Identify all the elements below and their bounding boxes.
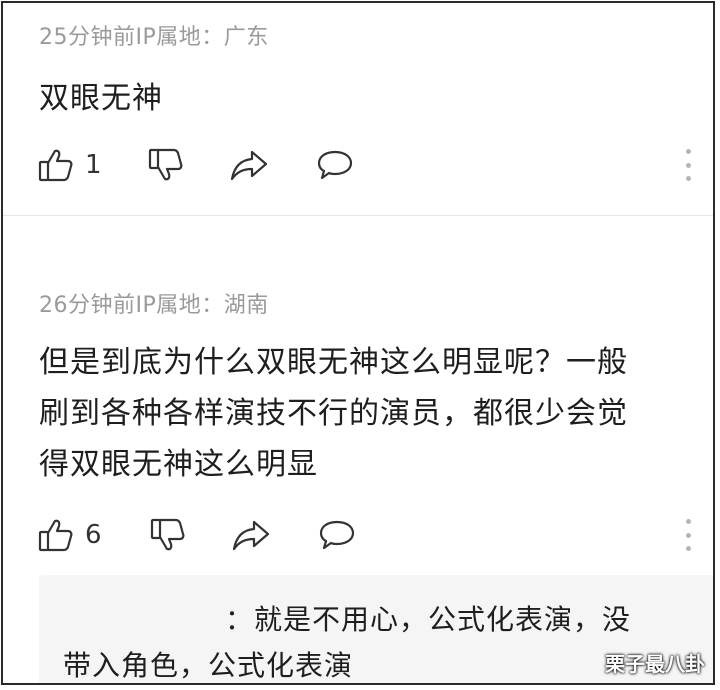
like-count: 6	[85, 520, 102, 550]
reply-text-line: ：就是不用心，公式化表演，没	[63, 597, 703, 643]
more-icon-dot	[685, 176, 691, 181]
thumbs-up-icon	[38, 519, 73, 552]
like-button[interactable]: 1	[37, 143, 102, 187]
more-icon-dot	[685, 532, 691, 538]
reply-line-1: ：就是不用心，公式化表演，没	[225, 603, 632, 636]
watermark: 栗子最八卦	[605, 652, 705, 676]
dislike-button[interactable]	[149, 513, 187, 557]
comment-text: 双眼无神	[39, 81, 163, 116]
comment-divider	[3, 215, 713, 216]
more-icon-dot	[685, 149, 691, 154]
comment-feed: 25分钟前IP属地：广东 双眼无神 1 26分钟前IP属地：湖南 但是到底为什么…	[1, 1, 715, 685]
comment-text: 但是到底为什么双眼无神这么明显呢？一般 刷到各种各样演技不行的演员，都很少会觉 …	[39, 337, 709, 490]
like-count: 1	[85, 150, 102, 180]
thumbs-down-icon	[148, 148, 183, 181]
share-icon	[232, 520, 270, 551]
comment-meta: 25分钟前IP属地：广东	[39, 25, 269, 50]
more-button[interactable]	[685, 149, 691, 181]
thumbs-down-icon	[150, 518, 185, 551]
share-button[interactable]	[231, 513, 271, 557]
share-icon	[230, 150, 268, 181]
dislike-button[interactable]	[147, 143, 185, 187]
comment-text-line: 但是到底为什么双眼无神这么明显呢？一般	[39, 345, 628, 380]
comment-meta: 26分钟前IP属地：湖南	[39, 293, 269, 318]
comment-actions: 1	[37, 143, 703, 187]
comment-text-line: 得双眼无神这么明显	[39, 447, 318, 482]
share-button[interactable]	[229, 143, 269, 187]
comment-actions: 6	[37, 513, 703, 557]
more-icon-dot	[685, 162, 691, 168]
thumbs-up-icon	[38, 149, 73, 182]
more-icon-dot	[685, 546, 691, 551]
comment-icon	[317, 150, 353, 180]
comment-button[interactable]	[317, 513, 357, 557]
more-button[interactable]	[685, 519, 691, 551]
comment-text-line: 刷到各种各样演技不行的演员，都很少会觉	[39, 396, 628, 431]
like-button[interactable]: 6	[37, 513, 102, 557]
comment-button[interactable]	[315, 143, 355, 187]
more-icon-dot	[685, 519, 691, 524]
comment-icon	[319, 520, 355, 550]
